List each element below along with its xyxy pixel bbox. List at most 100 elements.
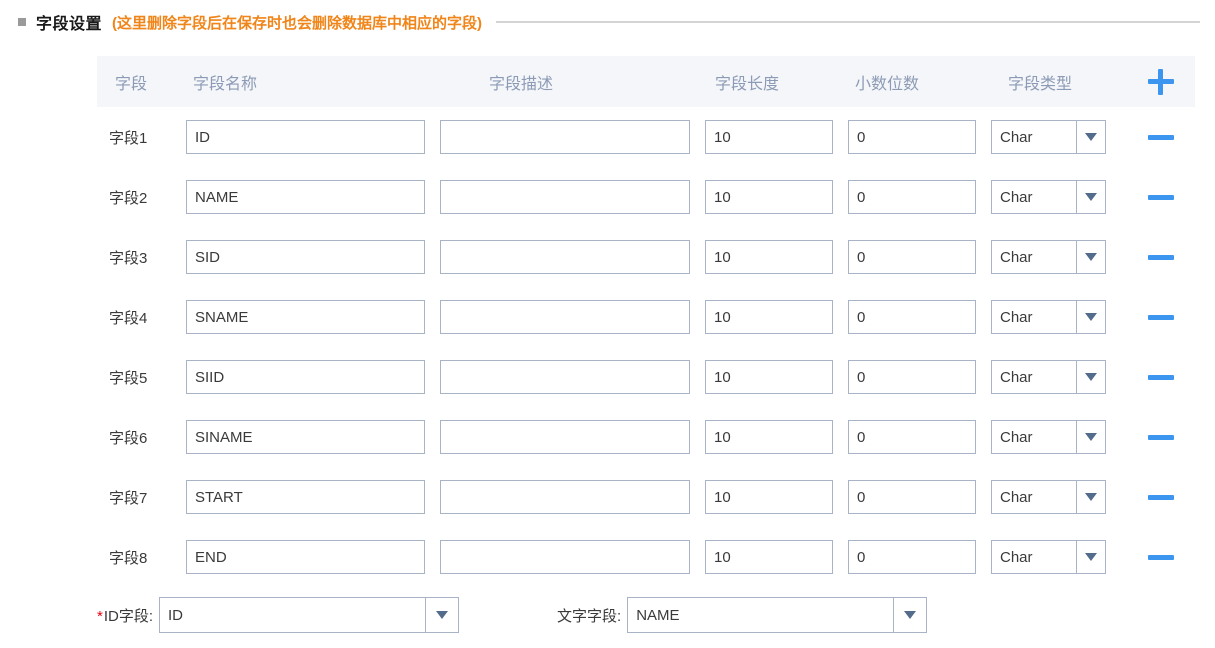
text-field-select[interactable]: NAME	[627, 597, 928, 633]
field-description-input[interactable]	[440, 120, 690, 154]
field-decimals-input[interactable]	[848, 420, 976, 454]
section-title: 字段设置	[36, 16, 103, 33]
field-name-input[interactable]	[186, 480, 425, 514]
chevron-down-icon[interactable]	[1076, 361, 1105, 393]
field-description-input[interactable]	[440, 360, 690, 394]
field-length-input[interactable]	[705, 420, 833, 454]
field-length-input[interactable]	[705, 300, 833, 334]
field-decimals-input[interactable]	[848, 540, 976, 574]
field-type-select[interactable]: Char	[991, 240, 1106, 274]
bullet-square-icon	[18, 18, 26, 26]
chevron-down-icon[interactable]	[1076, 421, 1105, 453]
field-decimals-input[interactable]	[848, 180, 976, 214]
field-length-input[interactable]	[705, 540, 833, 574]
remove-field-button[interactable]	[1127, 489, 1195, 506]
field-type-select[interactable]: Char	[991, 480, 1106, 514]
section-header: 字段设置 (这里删除字段后在保存时也会删除数据库中相应的字段)	[0, 8, 1215, 36]
minus-icon	[1148, 135, 1174, 141]
row-index-label: 字段3	[109, 249, 148, 267]
minus-icon	[1148, 495, 1174, 501]
row-index-label: 字段2	[109, 189, 148, 207]
field-decimals-input[interactable]	[848, 240, 976, 274]
column-header-name: 字段名称	[193, 75, 258, 93]
row-index-label: 字段8	[109, 549, 148, 567]
field-length-input[interactable]	[705, 240, 833, 274]
chevron-down-icon[interactable]	[1076, 541, 1105, 573]
chevron-down-icon[interactable]	[893, 598, 927, 632]
field-description-input[interactable]	[440, 540, 690, 574]
chevron-down-icon[interactable]	[1076, 301, 1105, 333]
table-row: 字段2 Char	[97, 167, 1195, 227]
remove-field-button[interactable]	[1127, 549, 1195, 566]
field-description-input[interactable]	[440, 180, 690, 214]
minus-icon	[1148, 435, 1174, 441]
row-index-label: 字段5	[109, 369, 148, 387]
field-name-input[interactable]	[186, 180, 425, 214]
field-type-select[interactable]: Char	[991, 540, 1106, 574]
id-field-select[interactable]: ID	[159, 597, 460, 633]
field-decimals-input[interactable]	[848, 480, 976, 514]
field-length-input[interactable]	[705, 480, 833, 514]
field-type-select[interactable]: Char	[991, 420, 1106, 454]
minus-icon	[1148, 375, 1174, 381]
field-type-select[interactable]: Char	[991, 360, 1106, 394]
field-length-input[interactable]	[705, 180, 833, 214]
column-header-decimals: 小数位数	[855, 75, 920, 93]
row-index-label: 字段1	[109, 129, 148, 147]
table-header-row: 字段 字段名称 字段描述 字段长度 小数位数 字段类型	[97, 56, 1195, 107]
minus-icon	[1148, 555, 1174, 561]
field-type-select-value: Char	[1000, 308, 1033, 326]
chevron-down-icon[interactable]	[425, 598, 459, 632]
field-name-input[interactable]	[186, 240, 425, 274]
section-divider	[496, 21, 1200, 23]
field-type-select-value: Char	[1000, 188, 1033, 206]
table-row: 字段4 Char	[97, 287, 1195, 347]
table-row: 字段8 Char	[97, 527, 1195, 587]
remove-field-button[interactable]	[1127, 429, 1195, 446]
key-field-row: *ID字段: ID 文字字段: NAME	[97, 594, 1195, 636]
remove-field-button[interactable]	[1127, 249, 1195, 266]
remove-field-button[interactable]	[1127, 189, 1195, 206]
chevron-down-icon[interactable]	[1076, 241, 1105, 273]
field-decimals-input[interactable]	[848, 300, 976, 334]
chevron-down-icon[interactable]	[1076, 481, 1105, 513]
column-header-description: 字段描述	[489, 75, 554, 93]
remove-field-button[interactable]	[1127, 369, 1195, 386]
field-description-input[interactable]	[440, 240, 690, 274]
field-decimals-input[interactable]	[848, 360, 976, 394]
field-type-select-value: Char	[1000, 128, 1033, 146]
table-row: 字段5 Char	[97, 347, 1195, 407]
field-type-select-value: Char	[1000, 248, 1033, 266]
table-body: 字段1 Char 字段2 Char 字段3 Char 字段4 Char 字段5 Char 字段6 Ch…	[97, 107, 1195, 587]
field-type-select[interactable]: Char	[991, 120, 1106, 154]
field-name-input[interactable]	[186, 420, 425, 454]
field-description-input[interactable]	[440, 420, 690, 454]
field-length-input[interactable]	[705, 360, 833, 394]
column-header-type: 字段类型	[1008, 75, 1073, 93]
field-length-input[interactable]	[705, 120, 833, 154]
field-name-input[interactable]	[186, 120, 425, 154]
table-row: 字段1 Char	[97, 107, 1195, 167]
field-name-input[interactable]	[186, 360, 425, 394]
row-index-label: 字段4	[109, 309, 148, 327]
minus-icon	[1148, 315, 1174, 321]
field-description-input[interactable]	[440, 300, 690, 334]
field-name-input[interactable]	[186, 540, 425, 574]
add-field-button[interactable]	[1127, 68, 1195, 95]
field-type-select-value: Char	[1000, 548, 1033, 566]
chevron-down-icon[interactable]	[1076, 121, 1105, 153]
id-field-label: *ID字段:	[97, 605, 153, 626]
table-row: 字段3 Char	[97, 227, 1195, 287]
text-field-select-value: NAME	[636, 606, 680, 624]
field-decimals-input[interactable]	[848, 120, 976, 154]
minus-icon	[1148, 195, 1174, 201]
field-type-select-value: Char	[1000, 488, 1033, 506]
field-name-input[interactable]	[186, 300, 425, 334]
field-description-input[interactable]	[440, 480, 690, 514]
remove-field-button[interactable]	[1127, 309, 1195, 326]
chevron-down-icon[interactable]	[1076, 181, 1105, 213]
row-index-label: 字段6	[109, 429, 148, 447]
remove-field-button[interactable]	[1127, 129, 1195, 146]
field-type-select[interactable]: Char	[991, 180, 1106, 214]
field-type-select[interactable]: Char	[991, 300, 1106, 334]
